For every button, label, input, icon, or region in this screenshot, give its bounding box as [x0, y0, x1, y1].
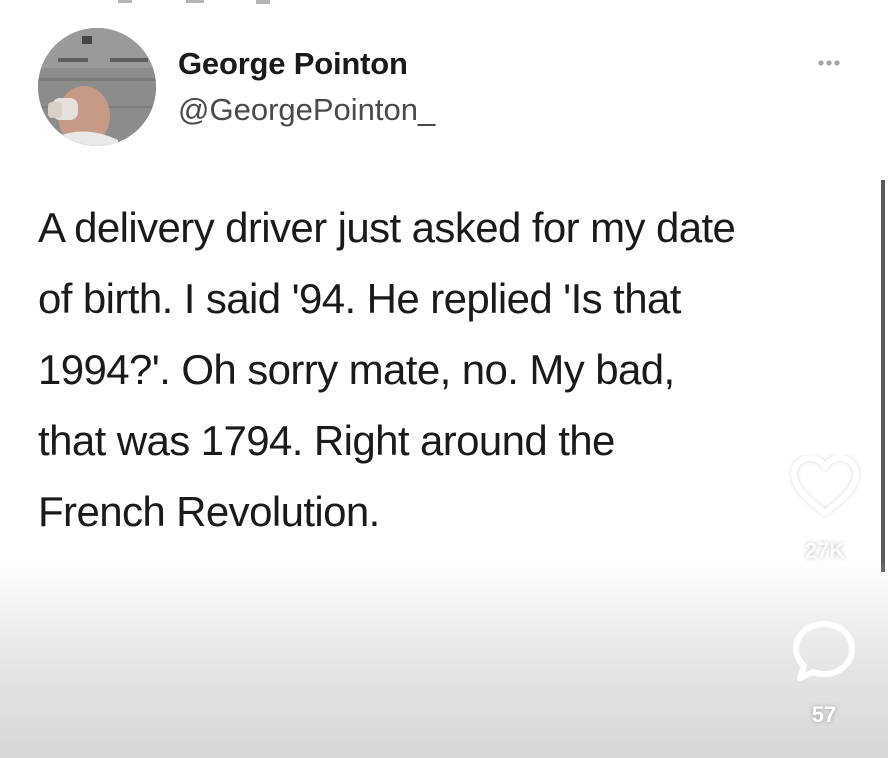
author-handle[interactable]: @GeorgePointon_ [178, 92, 435, 128]
more-options-button[interactable] [806, 52, 852, 74]
top-edge-artifacts [118, 0, 270, 4]
tweet-text: A delivery driver just asked for my date… [38, 204, 736, 535]
like-count: 27K [804, 538, 846, 563]
comment-button[interactable] [790, 618, 858, 684]
right-edge-divider [881, 180, 885, 572]
like-button[interactable] [788, 455, 862, 519]
comment-count: 57 [811, 702, 837, 727]
bottom-gradient-overlay [0, 560, 888, 758]
avatar[interactable] [38, 28, 156, 146]
comment-bubble-icon [793, 621, 855, 681]
author-display-name[interactable]: George Pointon [178, 46, 408, 82]
more-options-icon [818, 60, 840, 66]
heart-icon [791, 455, 859, 516]
